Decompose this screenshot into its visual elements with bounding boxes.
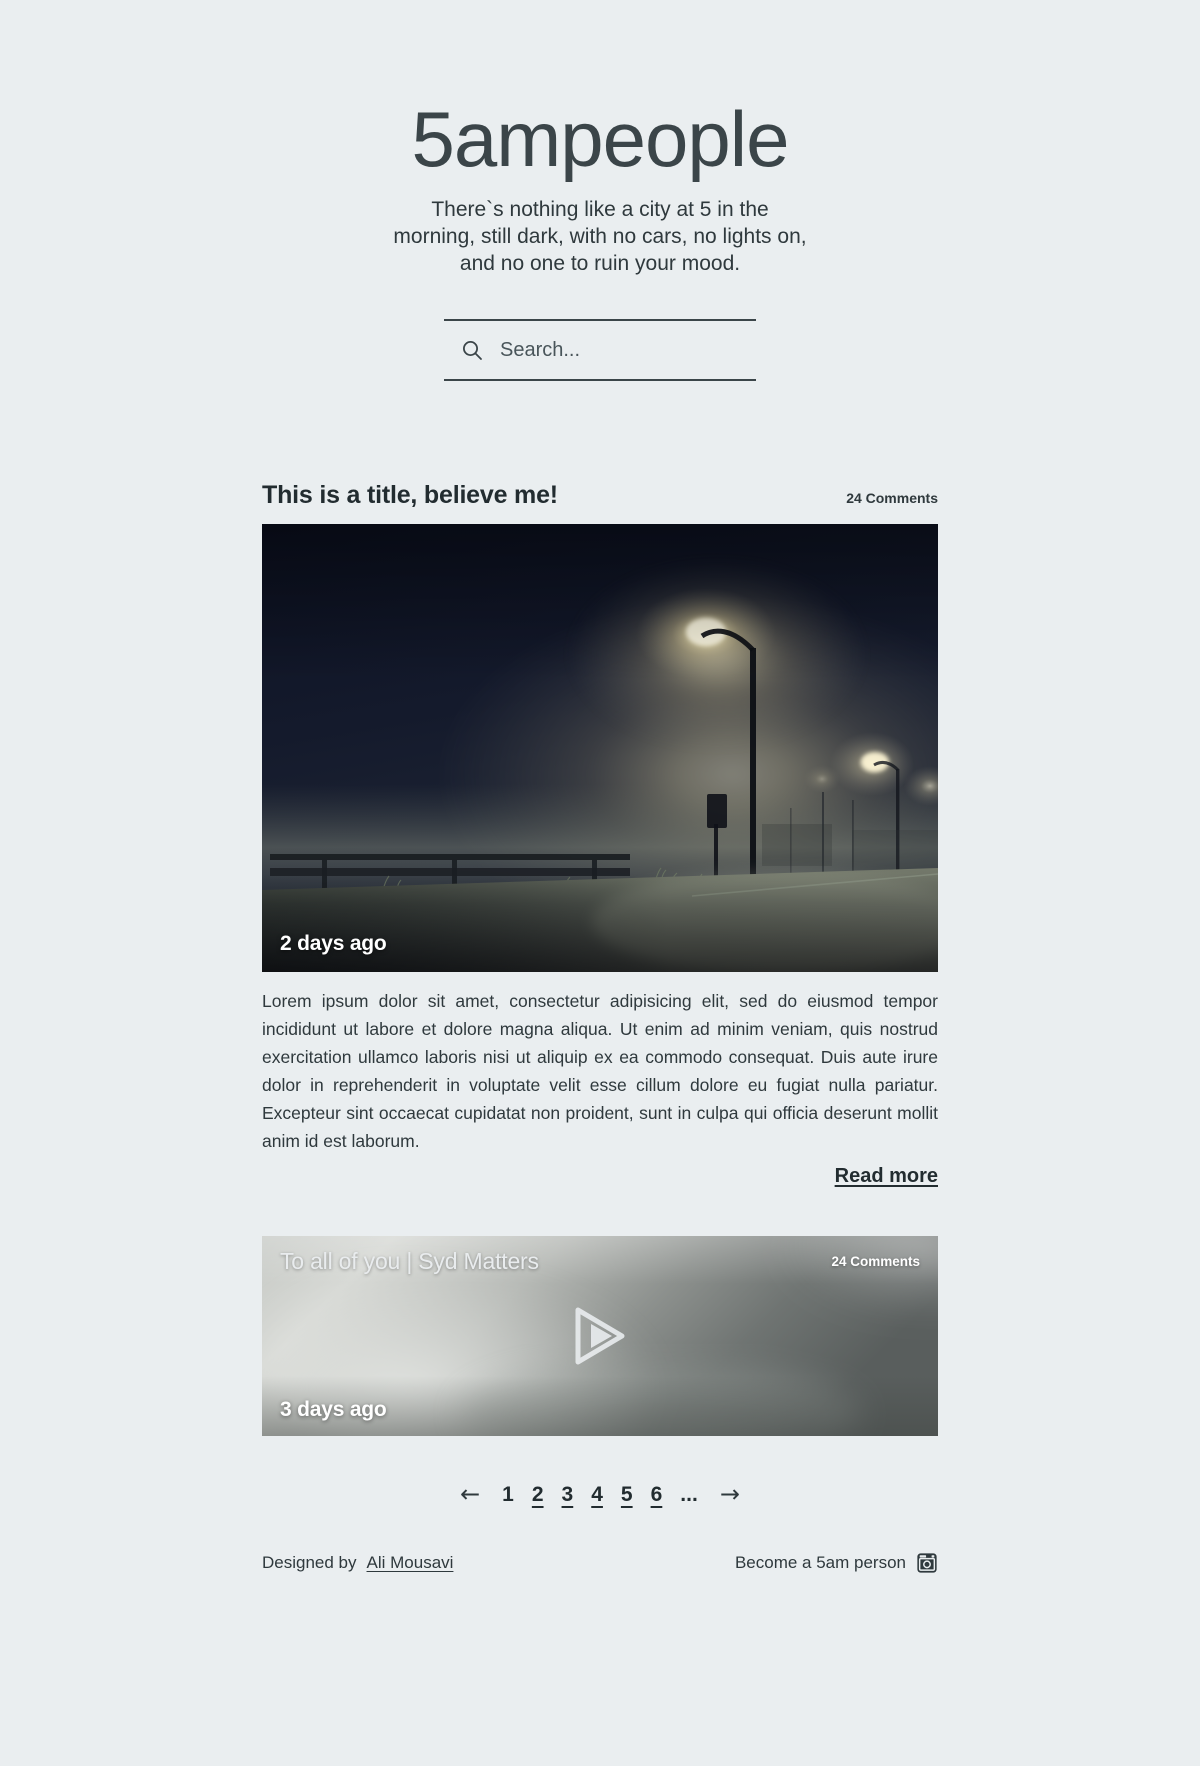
social-label: Become a 5am person bbox=[734, 1553, 906, 1572]
post-title: This is a title, believe me! bbox=[262, 481, 558, 509]
read-more-row: Read more bbox=[262, 1165, 938, 1188]
instagram-icon[interactable] bbox=[916, 1552, 938, 1574]
play-icon[interactable] bbox=[564, 1300, 636, 1372]
site-footer: Designed by Ali Mousavi Become a 5am per… bbox=[262, 1552, 938, 1574]
site-tagline: There`s nothing like a city at 5 in the … bbox=[393, 198, 807, 275]
pagination-page-5[interactable]: 5 bbox=[621, 1484, 633, 1505]
foggy-street-photo bbox=[262, 524, 938, 972]
post-video[interactable]: To all of you | Syd Matters 24 Comments … bbox=[262, 1236, 938, 1436]
pagination-prev[interactable]: ← bbox=[456, 1482, 484, 1506]
designer-link[interactable]: Ali Mousavi bbox=[367, 1553, 454, 1573]
post-body-text: Lorem ipsum dolor sit amet, consectetur … bbox=[262, 991, 938, 1151]
pagination-page-4[interactable]: 4 bbox=[591, 1484, 603, 1505]
search-icon bbox=[460, 338, 484, 362]
site-header: 5ampeople There`s nothing like a city at… bbox=[0, 0, 1200, 381]
video-date: 3 days ago bbox=[280, 1398, 387, 1421]
pagination-ellipsis: ... bbox=[680, 1482, 698, 1506]
footer-credit: Designed by Ali Mousavi bbox=[262, 1553, 453, 1573]
post-comments-count[interactable]: 24 Comments bbox=[846, 490, 938, 506]
search-input[interactable] bbox=[500, 321, 765, 379]
video-title: To all of you | Syd Matters bbox=[280, 1248, 539, 1274]
post-header: This is a title, believe me! 24 Comments bbox=[262, 481, 938, 524]
pagination-page-6[interactable]: 6 bbox=[651, 1484, 663, 1505]
post-hero-image[interactable]: 2 days ago bbox=[262, 524, 938, 972]
pagination-page-1[interactable]: 1 bbox=[502, 1484, 514, 1505]
designed-by-label: Designed by bbox=[262, 1553, 357, 1572]
page-root: 5ampeople There`s nothing like a city at… bbox=[0, 0, 1200, 1766]
pagination-page-3[interactable]: 3 bbox=[562, 1484, 574, 1505]
main-content: This is a title, believe me! 24 Comments bbox=[262, 381, 938, 1506]
video-comments-count[interactable]: 24 Comments bbox=[831, 1254, 920, 1269]
post-photo: This is a title, believe me! 24 Comments bbox=[262, 481, 938, 1188]
post-date: 2 days ago bbox=[280, 932, 387, 955]
search-bar[interactable] bbox=[444, 319, 765, 381]
read-more-link[interactable]: Read more bbox=[835, 1165, 938, 1188]
pagination: ← 1 2 3 4 5 6 ... → bbox=[262, 1482, 938, 1506]
footer-social: Become a 5am person bbox=[735, 1552, 938, 1574]
pagination-next[interactable]: → bbox=[716, 1482, 744, 1506]
site-title: 5ampeople bbox=[411, 95, 790, 183]
pagination-page-2[interactable]: 2 bbox=[532, 1484, 544, 1505]
